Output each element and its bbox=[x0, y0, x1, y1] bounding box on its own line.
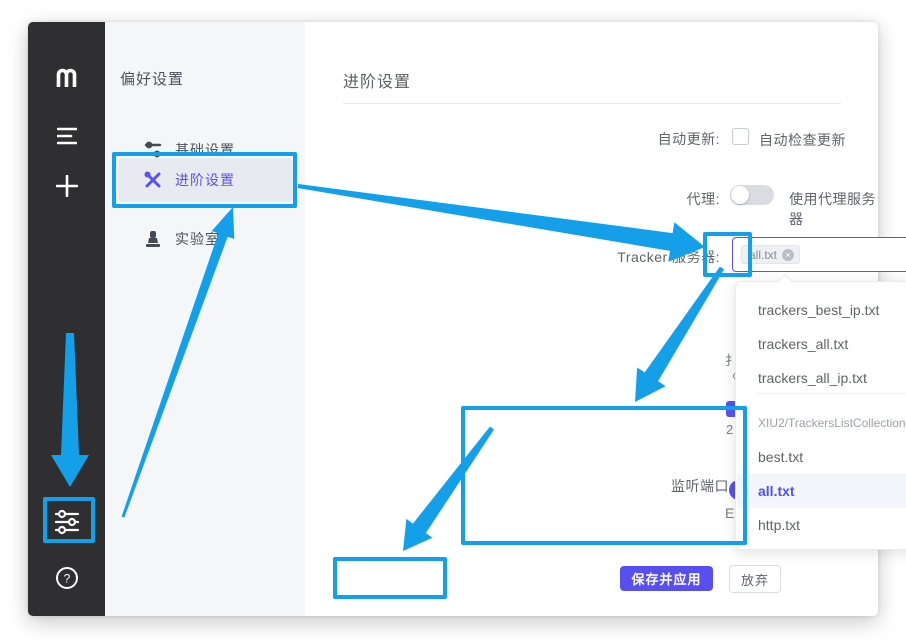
dropdown-option-selected[interactable]: all.txt bbox=[737, 474, 906, 508]
nav-item-advanced-settings[interactable]: 进阶设置 bbox=[118, 158, 293, 202]
proxy-toggle[interactable] bbox=[730, 185, 774, 205]
motrix-logo-icon bbox=[28, 65, 105, 89]
svg-text:?: ? bbox=[63, 572, 70, 586]
auto-check-update-checkbox[interactable] bbox=[732, 128, 749, 145]
nav-item-label: 基础设置 bbox=[175, 140, 235, 160]
discard-button[interactable]: 放弃 bbox=[729, 565, 781, 593]
save-apply-button[interactable]: 保存并应用 bbox=[620, 566, 713, 591]
screenshot-stage: ? 偏好设置 基础设置 进阶设置 实验室 bbox=[0, 0, 906, 643]
nav-item-label: 进阶设置 bbox=[175, 170, 235, 190]
nav-item-lab[interactable]: 实验室 bbox=[118, 217, 293, 261]
nav-item-label: 实验室 bbox=[175, 229, 220, 249]
listen-port-label: 监听端口 bbox=[640, 476, 729, 496]
proxy-label: 代理: bbox=[620, 189, 720, 209]
tracker-select[interactable]: all.txt × bbox=[732, 237, 906, 272]
help-icon[interactable]: ? bbox=[28, 566, 105, 590]
advanced-settings-icon bbox=[143, 170, 163, 190]
occluded-text-fragment: E bbox=[725, 505, 734, 521]
heading-divider bbox=[343, 103, 841, 104]
toggle-knob bbox=[731, 186, 749, 204]
dropdown-option[interactable]: http.txt bbox=[737, 508, 906, 542]
occluded-text-fragment: 2 bbox=[726, 422, 733, 437]
tracker-tag-text: all.txt bbox=[749, 248, 777, 262]
page-title: 进阶设置 bbox=[343, 68, 411, 92]
tracker-server-label: Tracker 服务器: bbox=[590, 247, 720, 267]
basic-settings-icon bbox=[143, 140, 163, 160]
lab-icon bbox=[143, 229, 163, 249]
dropdown-notch bbox=[778, 274, 792, 288]
app-window: ? 偏好设置 基础设置 进阶设置 实验室 bbox=[28, 22, 878, 616]
tracker-tag: all.txt × bbox=[741, 245, 800, 264]
advanced-settings-panel: 进阶设置 自动更新: 自动检查更新 代理: 使用代理服务器 Tracker 服务… bbox=[305, 22, 878, 616]
dropdown-divider bbox=[758, 393, 906, 394]
dropdown-group-label: XIU2/TrackersListCollection bbox=[737, 409, 906, 437]
dropdown-option[interactable]: trackers_all.txt bbox=[737, 327, 906, 361]
preferences-nav-panel: 偏好设置 基础设置 进阶设置 实验室 bbox=[105, 22, 305, 616]
dropdown-option[interactable]: trackers_all_ip.txt bbox=[737, 361, 906, 395]
preferences-title: 偏好设置 bbox=[120, 68, 184, 89]
preferences-icon[interactable] bbox=[28, 508, 105, 536]
dropdown-option-label: all.txt bbox=[758, 483, 795, 499]
app-sidebar: ? bbox=[28, 22, 105, 616]
tag-close-icon[interactable]: × bbox=[782, 249, 794, 261]
auto-update-label: 自动更新: bbox=[620, 129, 720, 149]
dropdown-option[interactable]: trackers_best_ip.txt bbox=[737, 293, 906, 327]
add-task-icon[interactable] bbox=[28, 175, 105, 197]
tracker-dropdown: trackers_best_ip.txt trackers_all.txt tr… bbox=[735, 281, 906, 550]
task-list-icon[interactable] bbox=[28, 127, 105, 145]
proxy-toggle-text: 使用代理服务器 bbox=[789, 189, 878, 229]
auto-check-update-text[interactable]: 自动检查更新 bbox=[759, 130, 846, 150]
dropdown-option[interactable]: best.txt bbox=[737, 440, 906, 474]
